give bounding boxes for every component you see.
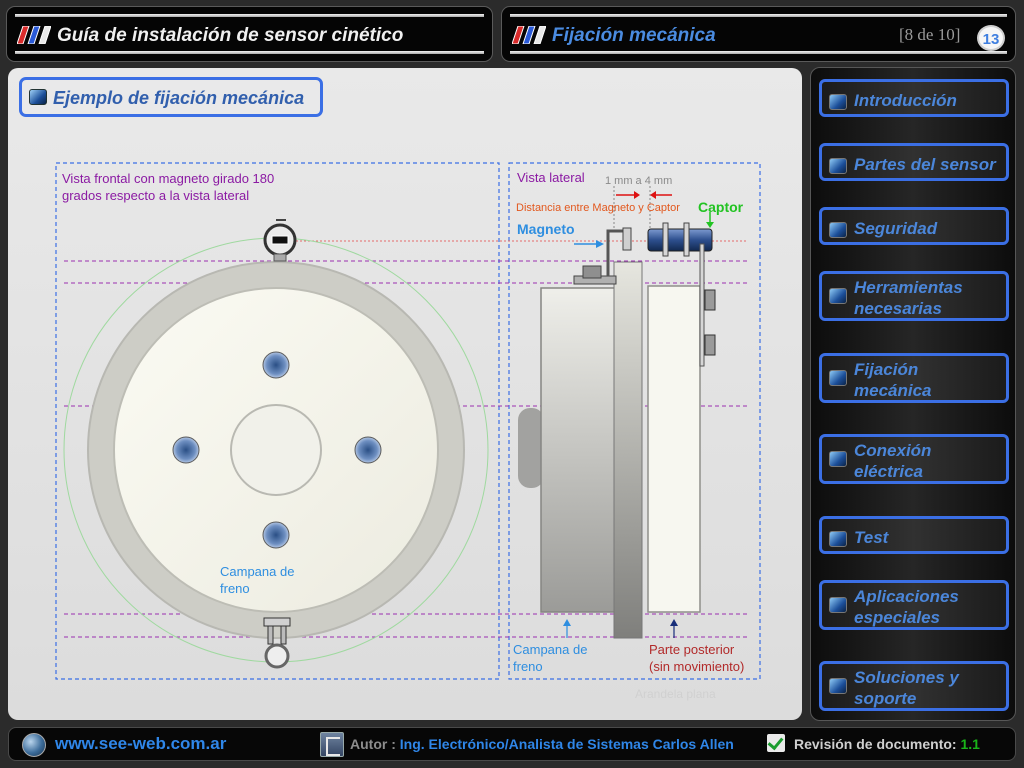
- revision-info: Revisión de documento: 1.1: [794, 736, 980, 752]
- nav-square-icon: [829, 370, 847, 386]
- bolt-right: [354, 436, 382, 464]
- author-key: Autor :: [350, 736, 396, 752]
- front-caption-line1: Vista frontal con magneto girado 180: [62, 171, 274, 186]
- axle-stub: [518, 408, 544, 488]
- nav-label: Soluciones y soporte: [854, 668, 959, 708]
- nav-label: Aplicaciones especiales: [854, 587, 959, 627]
- revision-key: Revisión de documento:: [794, 736, 957, 752]
- nav-introduccion[interactable]: Introducción: [819, 79, 1009, 117]
- nav-square-icon: [829, 597, 847, 613]
- nav-soluciones-soporte[interactable]: Soluciones y soporte: [819, 661, 1009, 711]
- header-rule: [15, 14, 484, 17]
- rear-label-line2: (sin movimiento): [649, 659, 744, 674]
- nav-aplicaciones-especiales[interactable]: Aplicaciones especiales: [819, 580, 1009, 630]
- footer-bar: www.see-web.com.ar Autor : Ing. Electrón…: [8, 727, 1016, 761]
- nav-label: Introducción: [854, 91, 957, 110]
- bolt-bottom: [262, 521, 290, 549]
- nav-square-icon: [829, 451, 847, 467]
- side-bell-label-line1: Campana de: [513, 642, 587, 657]
- bolt-left: [172, 436, 200, 464]
- stripes-icon: [17, 26, 51, 44]
- side-bell-label-line2: freno: [513, 659, 543, 674]
- nav-fijacion-mecanica[interactable]: Fijación mecánica: [819, 353, 1009, 403]
- author-info: Autor : Ing. Electrónico/Analista de Sis…: [350, 736, 734, 752]
- brake-drum-side: [540, 287, 616, 613]
- distance-label: Distancia entre Magneto y Captor: [516, 202, 680, 214]
- nav-square-icon: [829, 531, 847, 547]
- nav-square-icon: [829, 222, 847, 238]
- rotating-plate: [613, 261, 643, 639]
- nav-square-icon: [829, 94, 847, 110]
- nav-label: Herramientas necesarias: [854, 278, 963, 318]
- nav-test[interactable]: Test: [819, 516, 1009, 554]
- magnet-label: Magneto: [517, 221, 575, 237]
- nav-square-icon: [829, 678, 847, 694]
- captor-label: Captor: [698, 199, 744, 215]
- header-rule: [510, 14, 1007, 17]
- page-counter: [8 de 10]: [899, 25, 961, 44]
- header-rule: [15, 51, 484, 54]
- nav-label: Seguridad: [854, 219, 938, 238]
- nav-seguridad[interactable]: Seguridad: [819, 207, 1009, 245]
- magnet-front: [263, 219, 297, 262]
- content-panel: Ejemplo de fijación mecánica Vista front…: [8, 68, 802, 720]
- rear-plate: [647, 285, 701, 613]
- side-view-title: Vista lateral: [517, 170, 585, 185]
- stripes-icon: [512, 26, 546, 44]
- author-value: Ing. Electrónico/Analista de Sistemas Ca…: [399, 736, 734, 752]
- nav-partes-del-sensor[interactable]: Partes del sensor: [819, 143, 1009, 181]
- website-link[interactable]: www.see-web.com.ar: [55, 734, 226, 754]
- sensor-front: [263, 617, 291, 669]
- nav-label: Fijación mecánica: [854, 360, 932, 400]
- app-title: Guía de instalación de sensor cinético: [57, 25, 404, 46]
- gap-range-label: 1 mm a 4 mm: [605, 175, 672, 187]
- sidebar: Introducción Partes del sensor Seguridad…: [810, 67, 1016, 721]
- nav-conexion-electrica[interactable]: Conexión eléctrica: [819, 434, 1009, 484]
- document-icon: [320, 732, 344, 757]
- nav-square-icon: [829, 288, 847, 304]
- page-number-badge[interactable]: 13: [977, 25, 1005, 51]
- check-icon: [767, 734, 785, 752]
- hub: [230, 404, 322, 496]
- revision-value: 1.1: [960, 736, 980, 752]
- front-bell-label-line1: Campana de: [220, 564, 294, 579]
- header-left: Guía de instalación de sensor cinético: [6, 6, 493, 62]
- nav-square-icon: [829, 158, 847, 174]
- globe-icon: [22, 733, 46, 757]
- side-assembly: [518, 222, 716, 639]
- nav-herramientas[interactable]: Herramientas necesarias: [819, 271, 1009, 321]
- front-caption-line2: grados respecto a la vista lateral: [62, 188, 249, 203]
- nav-label: Conexión eléctrica: [854, 441, 932, 481]
- washer-label: Arandela plana: [635, 687, 716, 701]
- mounting-diagram: Vista frontal con magneto girado 180 gra…: [55, 162, 761, 701]
- header-right: Fijación mecánica [8 de 10] 13: [501, 6, 1016, 62]
- chapter-title: Fijación mecánica: [552, 25, 716, 46]
- bolt-top: [262, 351, 290, 379]
- rear-label-line1: Parte posterior: [649, 642, 735, 657]
- header-rule: [510, 51, 1007, 54]
- nav-label: Partes del sensor: [854, 155, 996, 174]
- nav-label: Test: [854, 528, 889, 547]
- front-bell-label-line2: freno: [220, 581, 250, 596]
